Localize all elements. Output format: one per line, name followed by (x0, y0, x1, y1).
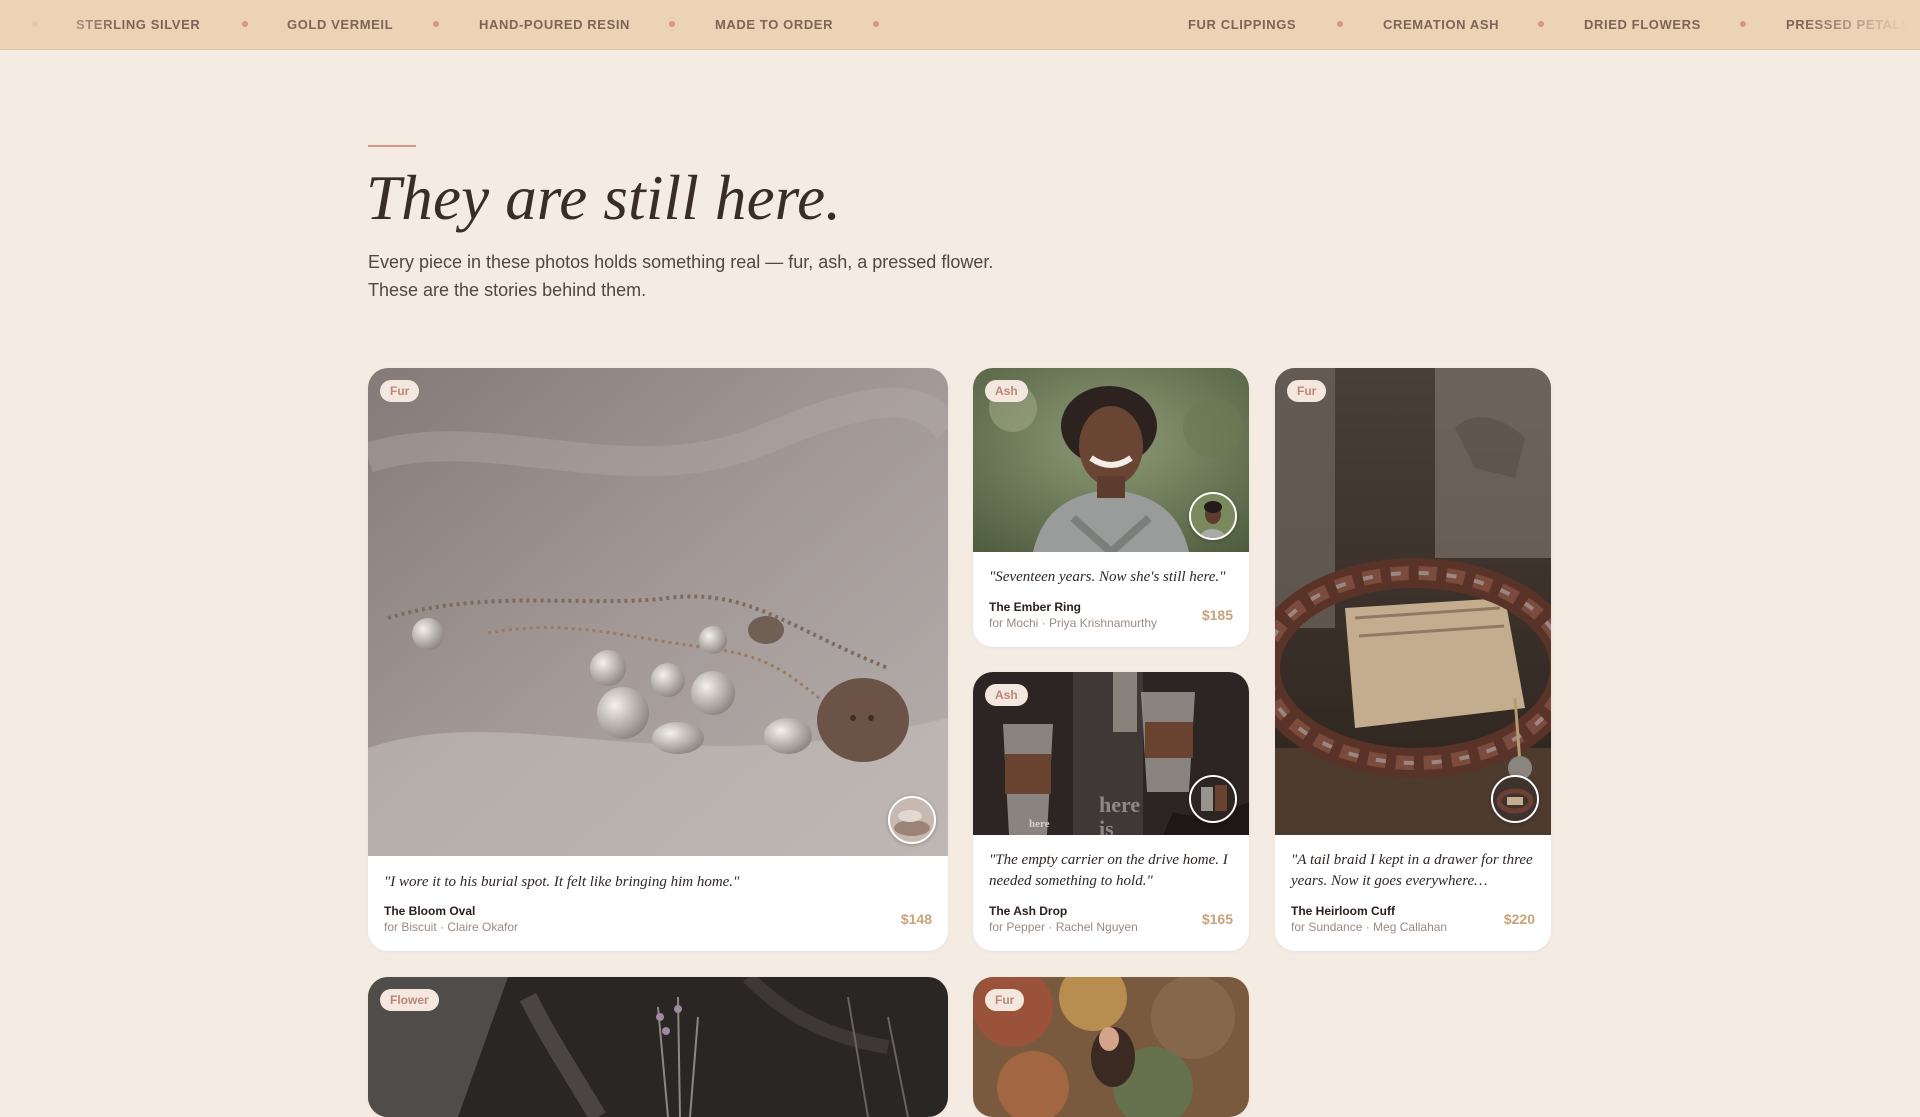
category-tag: Fur (985, 989, 1025, 1011)
photo-text: here (1099, 792, 1141, 817)
story-card[interactable]: Flower (368, 977, 948, 1117)
story-card[interactable]: here is here Ash "The empty carrier on t… (973, 672, 1249, 951)
story-photo: Fur (368, 368, 948, 856)
story-card[interactable]: Ash "Seventeen years. Now she's still he… (973, 368, 1249, 647)
story-card[interactable]: Fur "A tail braid I kept in a drawer for… (1275, 368, 1551, 951)
story-photo: Flower (368, 977, 948, 1117)
story-quote: "I wore it to his burial spot. It felt l… (384, 874, 740, 890)
intro-line: Every piece in these photos holds someth… (368, 252, 994, 272)
story-photo: Fur (1275, 368, 1551, 835)
photo-text: is (1099, 816, 1114, 835)
accent-line (368, 145, 416, 147)
story-attribution: for Pepper · Rachel Nguyen (989, 920, 1138, 934)
photo-text: here (1029, 818, 1050, 830)
memorial-photo-thumbnail[interactable] (1189, 775, 1237, 823)
ticker-dot (32, 21, 38, 27)
product-name[interactable]: The Heirloom Cuff (1291, 904, 1395, 918)
ticker-item: STERLING SILVER (76, 17, 201, 32)
page-title: They are still here. (366, 163, 842, 233)
product-price: $165 (1201, 911, 1233, 927)
story-quote: "Seventeen years. Now she's still here." (989, 569, 1226, 585)
memorial-photo-thumbnail[interactable] (1189, 492, 1237, 540)
ticker-dot (1337, 21, 1343, 27)
product-price: $185 (1201, 607, 1233, 623)
ticker-item: PRESSED PETALS (1786, 17, 1911, 32)
materials-ticker: STERLING SILVER GOLD VERMEIL HAND-POURED… (0, 0, 1920, 50)
product-name[interactable]: The Ash Drop (989, 904, 1067, 918)
ticker-item: GOLD VERMEIL (287, 17, 394, 32)
ticker-item: MADE TO ORDER (715, 17, 834, 32)
ticker-dot (873, 21, 879, 27)
category-tag: Ash (985, 380, 1028, 402)
ticker-dot (433, 21, 439, 27)
product-name[interactable]: The Ember Ring (989, 600, 1081, 614)
story-card[interactable]: Fur (973, 977, 1249, 1117)
ticker-dot (1740, 21, 1746, 27)
ticker-dot (1538, 21, 1544, 27)
story-quote: "The empty carrier on the drive home. I … (989, 852, 1228, 889)
ticker-item: CREMATION ASH (1383, 17, 1500, 32)
memorial-photo-thumbnail[interactable] (1491, 775, 1539, 823)
intro-line: These are the stories behind them. (368, 280, 647, 300)
story-attribution: for Biscuit · Claire Okafor (384, 920, 519, 934)
category-tag: Flower (380, 989, 439, 1011)
category-tag: Fur (380, 380, 420, 402)
category-tag: Ash (985, 684, 1028, 706)
story-attribution: for Mochi · Priya Krishnamurthy (989, 616, 1158, 630)
ticker-item: DRIED FLOWERS (1584, 17, 1701, 32)
ticker-dot (669, 21, 675, 27)
memorial-photo-thumbnail[interactable] (888, 796, 936, 844)
ticker-item: HAND-POURED RESIN (479, 17, 631, 32)
story-quote: "A tail braid I kept in a drawer for thr… (1291, 852, 1533, 889)
ticker-item: FUR CLIPPINGS (1188, 17, 1297, 32)
story-card[interactable]: Fur "I wore it to his burial spot. It fe… (368, 368, 948, 951)
story-photo: Fur (973, 977, 1249, 1117)
story-attribution: for Sundance · Meg Callahan (1291, 920, 1448, 934)
product-price: $220 (1503, 911, 1535, 927)
product-name[interactable]: The Bloom Oval (384, 904, 475, 918)
product-price: $148 (900, 911, 932, 927)
intro-text: Every piece in these photos holds someth… (368, 248, 993, 304)
story-photo: Ash (973, 368, 1249, 552)
ticker-dot (242, 21, 248, 27)
category-tag: Fur (1287, 380, 1327, 402)
story-photo: here is here Ash (973, 672, 1249, 835)
